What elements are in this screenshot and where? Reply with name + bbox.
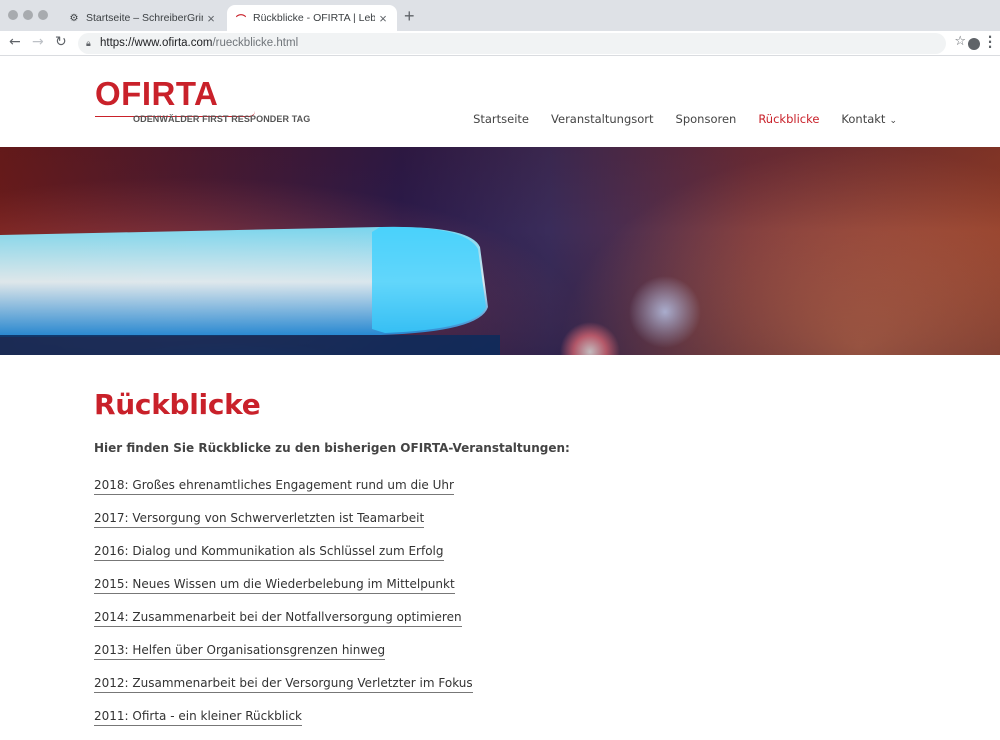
window-zoom-dot[interactable] <box>38 10 48 20</box>
nav-item-rueckblicke[interactable]: Rückblicke <box>758 112 819 126</box>
hero-image <box>0 147 1000 355</box>
list-item: 2012: Zusammenarbeit bei der Versorgung … <box>94 672 473 705</box>
url-path: /rueckblicke.html <box>212 37 299 49</box>
tab-close-icon[interactable]: × <box>203 11 219 26</box>
retrospective-link-2014[interactable]: 2014: Zusammenarbeit bei der Notfallvers… <box>94 610 462 627</box>
retrospective-link-2017[interactable]: 2017: Versorgung von Schwerverletzten is… <box>94 511 425 528</box>
nav-item-label: Kontakt <box>841 112 886 126</box>
browser-tab-bar: ⚙ Startseite – SchreiberGrimm – W × ⌒ Rü… <box>0 0 1000 31</box>
lock-icon: 🔒︎ <box>86 38 91 48</box>
tab-close-icon[interactable]: × <box>375 11 391 26</box>
nav-item-veranstaltungsort[interactable]: Veranstaltungsort <box>551 112 654 126</box>
browser-toolbar: ← → ↻ 🔒︎ https://www.ofirta.com/rueckbli… <box>0 31 1000 56</box>
main-navigation: Startseite Veranstaltungsort Sponsoren R… <box>451 112 897 126</box>
bookmark-star-icon[interactable]: ☆ <box>954 34 966 49</box>
url-host: https://www.ofirta.com <box>100 37 213 49</box>
tab-rueckblicke[interactable]: ⌒ Rückblicke - OFIRTA | Leben, R × <box>227 5 397 31</box>
intro-text: Hier finden Sie Rückblicke zu den bisher… <box>94 441 570 455</box>
page-title: Rückblicke <box>94 388 261 421</box>
ofirta-favicon-icon: ⌒ <box>236 14 246 26</box>
list-item: 2013: Helfen über Organisationsgrenzen h… <box>94 639 473 672</box>
retrospective-link-2011[interactable]: 2011: Ofirta - ein kleiner Rückblick <box>94 709 303 726</box>
retrospective-link-2012[interactable]: 2012: Zusammenarbeit bei der Versorgung … <box>94 676 473 693</box>
list-item: 2017: Versorgung von Schwerverletzten is… <box>94 507 473 540</box>
list-item: 2011: Ofirta - ein kleiner Rückblick <box>94 705 473 738</box>
list-item: 2015: Neues Wissen um die Wiederbelebung… <box>94 573 473 606</box>
tab-startseite[interactable]: ⚙ Startseite – SchreiberGrimm – W × <box>60 5 225 31</box>
nav-item-sponsoren[interactable]: Sponsoren <box>676 112 737 126</box>
address-bar[interactable]: 🔒︎ https://www.ofirta.com/rueckblicke.ht… <box>78 33 946 54</box>
forward-arrow-icon[interactable]: → <box>32 34 44 50</box>
retrospective-link-2015[interactable]: 2015: Neues Wissen um die Wiederbelebung… <box>94 577 455 594</box>
tab-title: Rückblicke - OFIRTA | Leben, R <box>253 12 375 24</box>
logo-wordmark: OFIRTA <box>95 75 219 112</box>
tab-title: Startseite – SchreiberGrimm – W <box>86 12 203 24</box>
reload-icon[interactable]: ↻ <box>55 34 67 50</box>
blue-light-bar-illustration <box>0 226 500 355</box>
window-close-dot[interactable] <box>8 10 18 20</box>
logo-tagline: ODENWÄLDER FIRST RESPONDER TAG <box>133 114 311 124</box>
site-logo[interactable]: OFIRTA ODENWÄLDER FIRST RESPONDER TAG <box>95 75 310 124</box>
list-item: 2014: Zusammenarbeit bei der Notfallvers… <box>94 606 473 639</box>
window-minimize-dot[interactable] <box>23 10 33 20</box>
retrospective-link-2016[interactable]: 2016: Dialog und Kommunikation als Schlü… <box>94 544 444 561</box>
nav-item-startseite[interactable]: Startseite <box>473 112 529 126</box>
retrospective-link-2018[interactable]: 2018: Großes ehrenamtliches Engagement r… <box>94 478 454 495</box>
back-arrow-icon[interactable]: ← <box>9 34 21 50</box>
retrospective-list: 2018: Großes ehrenamtliches Engagement r… <box>94 474 473 738</box>
account-avatar-icon[interactable] <box>968 38 980 50</box>
chevron-down-icon: ⌄ <box>889 116 897 126</box>
new-tab-button[interactable]: + <box>404 6 415 27</box>
list-item: 2018: Großes ehrenamtliches Engagement r… <box>94 474 473 507</box>
browser-menu-icon[interactable]: · · · <box>987 31 993 53</box>
gear-favicon-icon: ⚙ <box>69 12 79 24</box>
retrospective-link-2013[interactable]: 2013: Helfen über Organisationsgrenzen h… <box>94 643 386 660</box>
nav-item-kontakt[interactable]: Kontakt ⌄ <box>841 112 897 126</box>
list-item: 2016: Dialog und Kommunikation als Schlü… <box>94 540 473 573</box>
